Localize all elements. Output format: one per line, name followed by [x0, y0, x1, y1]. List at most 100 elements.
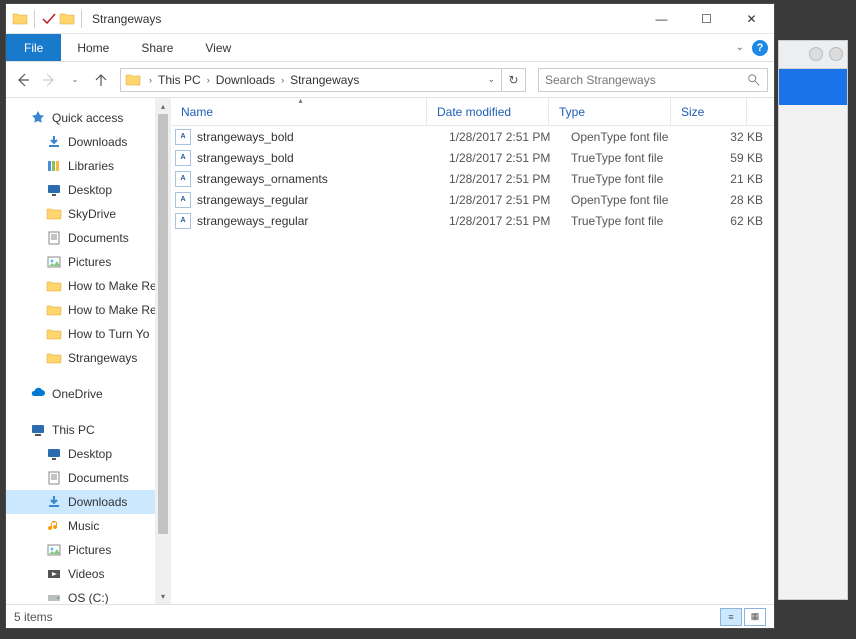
documents-icon: [46, 470, 62, 486]
file-row[interactable]: Astrangeways_regular1/28/2017 2:51 PMTru…: [171, 210, 774, 231]
crumb-current[interactable]: Strangeways: [288, 73, 361, 87]
navigation-row: ⌄ › This PC › Downloads › Strangeways ⌄ …: [6, 62, 774, 98]
tab-file[interactable]: File: [6, 34, 61, 61]
recent-dropdown[interactable]: ⌄: [64, 69, 86, 91]
nav-scrollbar[interactable]: ▴▾: [155, 98, 171, 604]
nav-pc-item[interactable]: Documents: [6, 466, 171, 490]
up-button[interactable]: [90, 69, 112, 91]
status-bar: 5 items ≡ ▦: [6, 604, 774, 628]
minimize-button[interactable]: —: [639, 4, 684, 33]
download-icon: [46, 494, 62, 510]
folder-icon: [46, 350, 62, 366]
back-button[interactable]: [12, 69, 34, 91]
refresh-button[interactable]: ↻: [501, 68, 525, 92]
chevron-right-icon[interactable]: ›: [145, 75, 156, 85]
file-size: 62 KB: [693, 214, 763, 228]
help-icon[interactable]: ?: [752, 40, 768, 56]
chevron-right-icon[interactable]: ›: [203, 75, 214, 85]
videos-icon: [46, 566, 62, 582]
nav-pinned-item[interactable]: Pictures: [6, 250, 171, 274]
file-type: TrueType font file: [571, 172, 693, 186]
background-window: [778, 40, 848, 600]
nav-pc-item[interactable]: Pictures: [6, 538, 171, 562]
search-input[interactable]: [545, 73, 747, 87]
address-bar[interactable]: › This PC › Downloads › Strangeways ⌄ ↻: [120, 68, 526, 92]
file-date: 1/28/2017 2:51 PM: [449, 130, 571, 144]
crumb-downloads[interactable]: Downloads: [214, 73, 277, 87]
nav-pinned-item[interactable]: Documents: [6, 226, 171, 250]
nav-this-pc[interactable]: This PC: [6, 418, 171, 442]
close-button[interactable]: ✕: [729, 4, 774, 33]
chevron-right-icon[interactable]: ›: [277, 75, 288, 85]
nav-quick-access[interactable]: Quick access: [6, 106, 171, 130]
nav-pc-item[interactable]: Downloads: [6, 490, 171, 514]
folder-icon: [12, 11, 28, 27]
column-type[interactable]: Type: [549, 98, 671, 125]
file-row[interactable]: Astrangeways_bold1/28/2017 2:51 PMOpenTy…: [171, 126, 774, 147]
qat-save-icon[interactable]: [41, 11, 57, 27]
nav-pc-item[interactable]: Videos: [6, 562, 171, 586]
tab-share[interactable]: Share: [125, 34, 189, 61]
file-name: strangeways_regular: [197, 214, 449, 228]
address-dropdown[interactable]: ⌄: [481, 74, 501, 85]
nav-recent-item[interactable]: Strangeways: [6, 346, 171, 370]
maximize-button[interactable]: ☐: [684, 4, 729, 33]
file-date: 1/28/2017 2:51 PM: [449, 193, 571, 207]
font-file-icon: A: [175, 150, 191, 166]
ribbon-expand-icon[interactable]: ⌄: [736, 42, 744, 53]
ribbon: File Home Share View ⌄ ?: [6, 34, 774, 62]
pictures-icon: [46, 542, 62, 558]
file-size: 21 KB: [693, 172, 763, 186]
file-type: TrueType font file: [571, 151, 693, 165]
desktop-icon: [46, 446, 62, 462]
nav-pc-item[interactable]: OS (C:): [6, 586, 171, 604]
font-file-icon: A: [175, 129, 191, 145]
file-row[interactable]: Astrangeways_regular1/28/2017 2:51 PMOpe…: [171, 189, 774, 210]
file-list[interactable]: Astrangeways_bold1/28/2017 2:51 PMOpenTy…: [171, 126, 774, 604]
nav-pinned-item[interactable]: Libraries: [6, 154, 171, 178]
file-name: strangeways_bold: [197, 151, 449, 165]
nav-recent-item[interactable]: How to Make Re: [6, 274, 171, 298]
tab-view[interactable]: View: [189, 34, 247, 61]
view-details-button[interactable]: ≡: [720, 608, 742, 626]
nav-pc-item[interactable]: Desktop: [6, 442, 171, 466]
music-icon: [46, 518, 62, 534]
skydrive-icon: [46, 206, 62, 222]
forward-button[interactable]: [38, 69, 60, 91]
file-row[interactable]: Astrangeways_ornaments1/28/2017 2:51 PMT…: [171, 168, 774, 189]
font-file-icon: A: [175, 192, 191, 208]
search-box[interactable]: [538, 68, 768, 92]
qat-folder-icon[interactable]: [59, 11, 75, 27]
nav-onedrive[interactable]: OneDrive: [6, 382, 171, 406]
nav-pc-item[interactable]: Music: [6, 514, 171, 538]
column-name[interactable]: Name: [171, 98, 427, 125]
file-name: strangeways_regular: [197, 193, 449, 207]
crumb-this-pc[interactable]: This PC: [156, 73, 203, 87]
font-file-icon: A: [175, 171, 191, 187]
file-name: strangeways_bold: [197, 130, 449, 144]
folder-icon: [46, 326, 62, 342]
nav-recent-item[interactable]: How to Turn Yo: [6, 322, 171, 346]
file-name: strangeways_ornaments: [197, 172, 449, 186]
file-row[interactable]: Astrangeways_bold1/28/2017 2:51 PMTrueTy…: [171, 147, 774, 168]
star-icon: [30, 110, 46, 126]
file-type: OpenType font file: [571, 193, 693, 207]
view-icons-button[interactable]: ▦: [744, 608, 766, 626]
nav-pinned-item[interactable]: SkyDrive: [6, 202, 171, 226]
pc-icon: [30, 422, 46, 438]
tab-home[interactable]: Home: [61, 34, 125, 61]
documents-icon: [46, 230, 62, 246]
column-size[interactable]: Size: [671, 98, 747, 125]
search-icon[interactable]: [747, 73, 761, 87]
titlebar[interactable]: Strangeways — ☐ ✕: [6, 4, 774, 34]
file-size: 32 KB: [693, 130, 763, 144]
libraries-icon: [46, 158, 62, 174]
file-type: TrueType font file: [571, 214, 693, 228]
explorer-window: Strangeways — ☐ ✕ File Home Share View ⌄…: [5, 3, 775, 629]
file-area: Name Date modified Type Size Astrangeway…: [171, 98, 774, 604]
nav-recent-item[interactable]: How to Make Re: [6, 298, 171, 322]
download-icon: [46, 134, 62, 150]
nav-pinned-item[interactable]: Downloads: [6, 130, 171, 154]
nav-pinned-item[interactable]: Desktop: [6, 178, 171, 202]
column-date[interactable]: Date modified: [427, 98, 549, 125]
